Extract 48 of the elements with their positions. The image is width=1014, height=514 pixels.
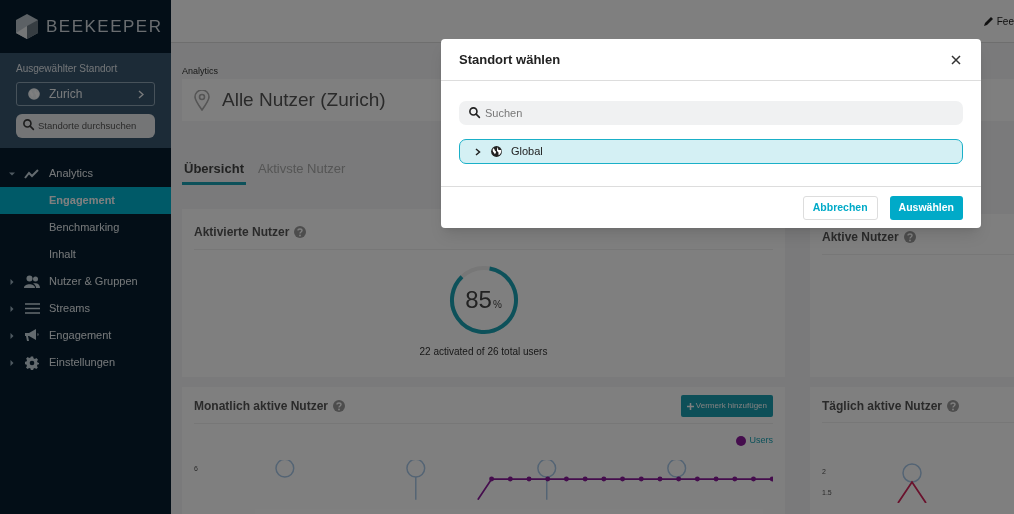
search-icon [468, 106, 481, 119]
menu-icon [24, 303, 40, 314]
gauge-unit: % [492, 297, 502, 312]
brand-name: BEEKEEPER [46, 15, 163, 38]
users-icon [24, 275, 40, 288]
help-icon [946, 398, 961, 413]
nav-item[interactable]: Nutzer & Gruppen [0, 268, 171, 295]
nav-item[interactable]: Analytics [0, 160, 171, 187]
nav-item[interactable]: Engagement [0, 322, 171, 349]
search-field[interactable]: Suchen [459, 101, 963, 125]
gear-icon [25, 355, 39, 370]
dialog-title: Standort wählen [459, 50, 561, 69]
select-button[interactable]: Auswählen [889, 195, 963, 220]
nav-item[interactable]: Streams [0, 295, 171, 322]
gauge-value: 85 [465, 285, 492, 315]
help-icon [293, 225, 308, 239]
help-icon [902, 230, 917, 244]
location-search-field[interactable]: Standorte durchsuchen [16, 113, 155, 138]
tree-item[interactable]: Global [459, 139, 963, 164]
card-title: Täglich aktive Nutzer [822, 397, 943, 415]
trend-line-icon [24, 167, 40, 180]
nav-item[interactable]: Einstellungen [0, 349, 171, 376]
card-title: Aktive Nutzer [822, 229, 899, 246]
chevron-right-icon [138, 89, 144, 99]
logo-icon [16, 14, 38, 39]
add-note-button[interactable]: Vermerk hinzufügen [680, 395, 773, 417]
close-button[interactable] [949, 52, 963, 67]
legend-label: Users [749, 434, 773, 447]
pencil-icon [983, 16, 994, 26]
search-icon [22, 118, 35, 131]
page-title: Alle Nutzer (Zurich) [222, 87, 386, 112]
gauge-caption: 22 activated of 26 total users [419, 345, 548, 359]
card-title: Monatlich aktive Nutzer [194, 398, 329, 415]
nav-subitem[interactable]: Benchmarking [0, 214, 171, 241]
nav-subitem[interactable]: Inhalt [0, 241, 171, 268]
location-pin-icon [194, 89, 210, 111]
megaphone-icon [24, 329, 40, 342]
breadcrumb: Analytics [182, 65, 219, 78]
top-link[interactable]: Fee [996, 13, 1014, 29]
close-icon [951, 54, 961, 65]
line-chart-drawing [897, 463, 927, 503]
help-icon [332, 399, 347, 413]
tab[interactable]: Übersicht [182, 159, 246, 185]
card-title: Aktivierte Nutzer [194, 224, 290, 241]
location-selector[interactable]: Zurich [16, 82, 155, 106]
cancel-button[interactable]: Abbrechen [802, 195, 878, 220]
plus-icon [686, 402, 694, 410]
location-label: Ausgewählter Standort [16, 62, 119, 76]
